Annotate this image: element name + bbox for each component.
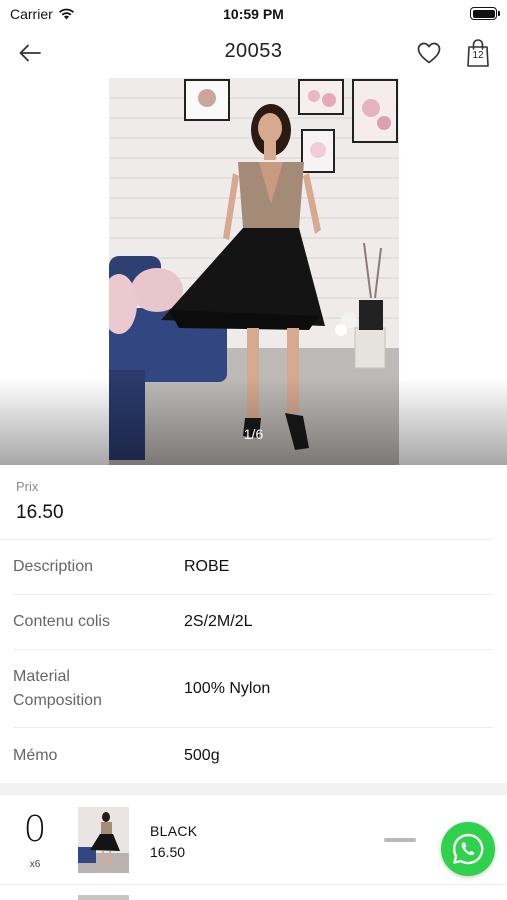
attribute-row: Description ROBE: [13, 540, 493, 595]
gallery-overlay: [0, 378, 507, 465]
decrease-quantity-button[interactable]: [384, 838, 416, 842]
favorite-button[interactable]: [415, 39, 443, 67]
section-divider: [0, 783, 507, 795]
cart-count-badge: 12: [472, 50, 484, 61]
whatsapp-button[interactable]: [441, 822, 495, 876]
attribute-key: Material Composition: [13, 667, 102, 709]
price-block: Prix 16.50: [0, 465, 493, 540]
battery-icon: [470, 7, 500, 20]
attribute-key: Contenu colis: [13, 613, 110, 630]
attribute-value: 500g: [184, 746, 220, 764]
quantity-value[interactable]: 0: [18, 809, 52, 850]
navigation-bar: 20053 12: [0, 28, 507, 78]
attribute-value: 2S/2M/2L: [184, 613, 253, 630]
cart-button[interactable]: 12: [465, 38, 491, 68]
variant-row: 0 x6 BLACK 16.50: [0, 795, 507, 885]
variant-price: 16.50: [150, 844, 186, 860]
product-details: Prix 16.50 Description ROBE Contenu coli…: [0, 465, 507, 783]
attribute-value: 100% Nylon: [184, 679, 271, 697]
attribute-value: ROBE: [184, 558, 230, 575]
whatsapp-icon: [452, 833, 484, 865]
variant-thumbnail: [78, 807, 129, 873]
attribute-key: Mémo: [13, 746, 58, 764]
clock: 10:59 PM: [223, 6, 284, 22]
gallery-counter: 1/6: [243, 426, 264, 442]
price-value: 16.50: [16, 502, 64, 523]
product-gallery[interactable]: 1/6: [0, 78, 507, 465]
variant-color: BLACK: [150, 823, 198, 839]
price-label: Prix: [16, 479, 39, 494]
next-variant-thumbnail: [78, 895, 129, 900]
heart-icon: [417, 42, 441, 64]
status-bar: Carrier 10:59 PM: [0, 0, 507, 28]
attribute-key: Description: [13, 558, 94, 575]
attribute-row: Contenu colis 2S/2M/2L: [13, 595, 493, 650]
pack-multiplier: x6: [29, 859, 41, 870]
attribute-row: Mémo 500g: [13, 728, 493, 783]
attribute-row: Material Composition 100% Nylon: [13, 650, 493, 728]
